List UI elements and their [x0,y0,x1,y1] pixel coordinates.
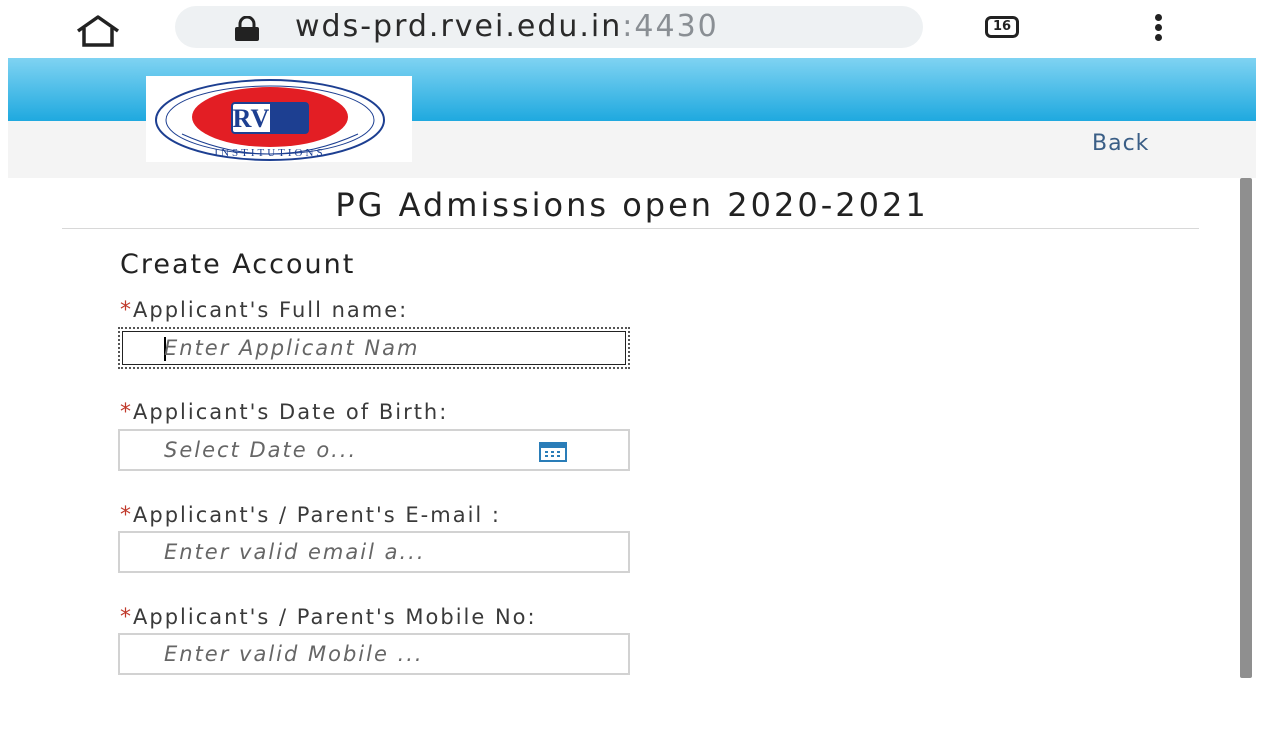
email-label: *Applicant's / Parent's E-mail : [120,503,501,528]
email-input[interactable]: Enter valid email a... [118,531,630,573]
home-icon[interactable] [74,14,122,48]
full-name-input[interactable]: Enter Applicant Nam [118,327,630,369]
calendar-icon[interactable] [538,441,568,463]
mobile-input[interactable]: Enter valid Mobile ... [118,633,630,675]
dob-label: *Applicant's Date of Birth: [120,400,448,425]
mobile-label-text: Applicant's / Parent's Mobile No: [133,605,537,629]
scrollbar[interactable] [1240,178,1252,678]
url-port: :4430 [622,9,719,44]
logo-ring-text: INSTITUTIONS [214,147,325,159]
section-title: Create Account [120,249,356,280]
url-text[interactable]: wds-prd.rvei.edu.in:4430 [295,6,719,48]
required-mark: * [120,605,133,630]
mobile-label: *Applicant's / Parent's Mobile No: [120,605,537,630]
rv-logo[interactable]: RV INSTITUTIONS [146,76,412,162]
required-mark: * [120,503,133,528]
email-label-text: Applicant's / Parent's E-mail : [133,503,501,527]
back-link[interactable]: Back [1092,131,1149,156]
required-mark: * [120,298,133,323]
logo-letters: RV [233,104,270,133]
overflow-menu-icon[interactable] [1148,14,1168,44]
full-name-label: *Applicant's Full name: [120,298,408,323]
tab-switcher-button[interactable]: 16 [985,16,1019,38]
required-mark: * [120,400,133,425]
dob-input[interactable]: Select Date o... [118,429,630,471]
full-name-placeholder: Enter Applicant Nam [164,336,420,360]
browser-toolbar: wds-prd.rvei.edu.in:4430 16 [0,0,1264,58]
url-host: wds-prd.rvei.edu.in [295,9,623,44]
dob-placeholder: Select Date o... [164,438,358,462]
page-title: PG Admissions open 2020-2021 [335,186,929,224]
dob-label-text: Applicant's Date of Birth: [133,400,449,424]
email-placeholder: Enter valid email a... [164,540,426,564]
divider [62,228,1199,229]
full-name-label-text: Applicant's Full name: [133,298,409,322]
mobile-placeholder: Enter valid Mobile ... [164,642,424,666]
lock-icon [232,15,262,42]
